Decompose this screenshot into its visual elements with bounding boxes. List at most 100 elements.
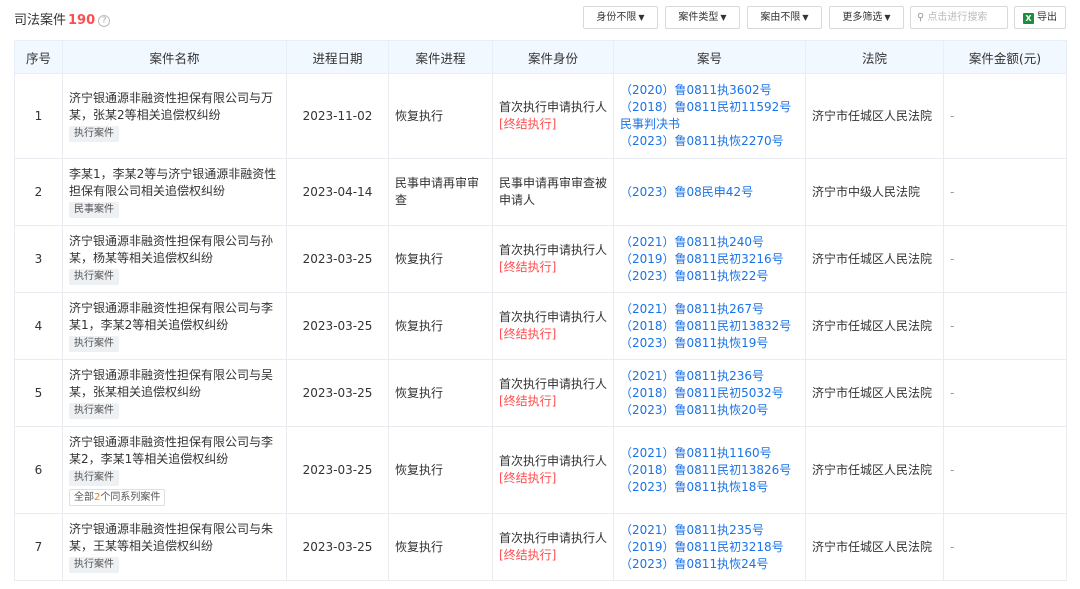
caret-down-icon: ▼ — [720, 13, 727, 22]
case-amount: - — [943, 158, 1067, 226]
case-amount: - — [943, 73, 1067, 159]
case-type-tag: 执行案件 — [69, 403, 119, 419]
case-identity: 民事申请再审审查被申请人 — [499, 176, 608, 207]
case-identity-cell: 首次执行申请执行人 [终结执行] — [492, 225, 614, 293]
case-number-link[interactable]: （2021）鲁0811执236号 — [620, 368, 799, 385]
filter-label: 更多筛选 — [842, 12, 883, 23]
case-progress: 民事申请再审审查 — [388, 158, 493, 226]
case-number-cell: （2023）鲁08民申42号 — [613, 158, 806, 226]
judgment-link[interactable]: 民事判决书 — [620, 116, 799, 133]
case-number-link[interactable]: （2023）鲁0811执恢24号 — [620, 556, 799, 573]
search-input[interactable]: ⚲ 点击进行搜索 — [910, 6, 1008, 29]
case-number-link[interactable]: （2019）鲁0811民初3216号 — [620, 251, 799, 268]
case-number-link[interactable]: （2023）鲁0811执恢22号 — [620, 268, 799, 285]
case-number-link[interactable]: （2021）鲁0811执235号 — [620, 522, 799, 539]
case-number-link[interactable]: （2021）鲁0811执1160号 — [620, 445, 799, 462]
filter-cause-dropdown[interactable]: 案由不限 ▼ — [747, 6, 822, 29]
case-number-link[interactable]: （2018）鲁0811民初13832号 — [620, 318, 799, 335]
progress-date: 2023-11-02 — [286, 73, 389, 159]
case-number-link[interactable]: （2018）鲁0811民初13826号 — [620, 462, 799, 479]
table-row: 5 济宁银通源非融资性担保有限公司与吴某，张某相关追偿权纠纷执行案件 2023-… — [14, 359, 1067, 427]
case-name-link[interactable]: 济宁银通源非融资性担保有限公司与朱某，王某等相关追偿权纠纷 — [69, 522, 273, 553]
case-number-link[interactable]: （2023）鲁0811执恢19号 — [620, 335, 799, 352]
case-identity-cell: 首次执行申请执行人 [终结执行] — [492, 292, 614, 360]
column-header[interactable]: 案件进程 — [388, 40, 493, 74]
case-identity: 首次执行申请执行人 — [499, 310, 608, 324]
case-identity: 首次执行申请执行人 — [499, 377, 608, 391]
filter-more-dropdown[interactable]: 更多筛选 ▼ — [829, 6, 904, 29]
column-header[interactable]: 进程日期 — [286, 40, 389, 74]
case-number-link[interactable]: （2021）鲁0811执267号 — [620, 301, 799, 318]
column-header[interactable]: 案号 — [613, 40, 806, 74]
case-type-tag: 执行案件 — [69, 470, 119, 486]
case-progress: 恢复执行 — [388, 292, 493, 360]
court: 济宁市任城区人民法院 — [805, 513, 944, 581]
row-number: 5 — [14, 359, 63, 427]
case-type-tag: 执行案件 — [69, 557, 119, 573]
case-number-link[interactable]: （2018）鲁0811民初5032号 — [620, 385, 799, 402]
title-text: 司法案件 — [14, 13, 67, 28]
filter-label: 案件类型 — [678, 12, 719, 23]
case-table: 序号 案件名称 进程日期 案件进程 案件身份 案号 法院 案件金额(元) 1 济… — [14, 40, 1067, 581]
row-number: 7 — [14, 513, 63, 581]
case-identity: 首次执行申请执行人 — [499, 100, 608, 114]
page-title: 司法案件 190? — [14, 9, 111, 28]
case-status: [终结执行] — [499, 471, 557, 485]
column-header[interactable]: 案件名称 — [62, 40, 287, 74]
case-name-link[interactable]: 济宁银通源非融资性担保有限公司与吴某，张某相关追偿权纠纷 — [69, 368, 273, 399]
table-row: 2 李某1，李某2等与济宁银通源非融资性担保有限公司相关追偿权纠纷 民事案件 20… — [14, 158, 1067, 226]
progress-date: 2023-03-25 — [286, 292, 389, 360]
case-name-cell: 李某1，李某2等与济宁银通源非融资性担保有限公司相关追偿权纠纷 民事案件 — [62, 158, 287, 226]
case-identity: 首次执行申请执行人 — [499, 243, 608, 257]
case-name-cell: 济宁银通源非融资性担保有限公司与李某2，李某1等相关追偿权纠纷执行案件全部2个同… — [62, 426, 287, 514]
court: 济宁市中级人民法院 — [805, 158, 944, 226]
progress-date: 2023-03-25 — [286, 359, 389, 427]
table-header-row: 序号 案件名称 进程日期 案件进程 案件身份 案号 法院 案件金额(元) — [14, 40, 1067, 74]
case-amount: - — [943, 426, 1067, 514]
case-name-link[interactable]: 济宁银通源非融资性担保有限公司与万某，张某2等相关追偿权纠纷 — [69, 91, 273, 122]
case-number-link[interactable]: （2018）鲁0811民初11592号 — [620, 99, 799, 116]
progress-date: 2023-03-25 — [286, 426, 389, 514]
filter-case-type-dropdown[interactable]: 案件类型 ▼ — [665, 6, 740, 29]
column-header[interactable]: 法院 — [805, 40, 944, 74]
case-progress: 恢复执行 — [388, 426, 493, 514]
series-cases-link[interactable]: 全部2个同系列案件 — [69, 489, 166, 506]
case-progress: 恢复执行 — [388, 225, 493, 293]
filter-identity-dropdown[interactable]: 身份不限 ▼ — [583, 6, 658, 29]
case-number-cell: （2021）鲁0811执1160号 （2018）鲁0811民初13826号 （2… — [613, 426, 806, 514]
case-name-cell: 济宁银通源非融资性担保有限公司与万某，张某2等相关追偿权纠纷 执行案件 — [62, 73, 287, 159]
case-name-link[interactable]: 济宁银通源非融资性担保有限公司与李某2，李某1等相关追偿权纠纷 — [69, 435, 273, 466]
case-status: [终结执行] — [499, 394, 557, 408]
case-name-cell: 济宁银通源非融资性担保有限公司与吴某，张某相关追偿权纠纷执行案件 — [62, 359, 287, 427]
export-label: 导出 — [1037, 12, 1057, 23]
progress-date: 2023-03-25 — [286, 513, 389, 581]
case-name-link[interactable]: 李某1，李某2等与济宁银通源非融资性担保有限公司相关追偿权纠纷 — [69, 167, 276, 198]
case-name-link[interactable]: 济宁银通源非融资性担保有限公司与李某1，李某2等相关追偿权纠纷 — [69, 301, 273, 332]
filter-label: 案由不限 — [760, 12, 801, 23]
case-number-link[interactable]: （2023）鲁0811执恢18号 — [620, 479, 799, 496]
case-number-link[interactable]: （2023）鲁0811执恢2270号 — [620, 133, 799, 150]
help-icon[interactable]: ? — [98, 15, 111, 27]
case-number-link[interactable]: （2021）鲁0811执240号 — [620, 234, 799, 251]
case-identity-cell: 首次执行申请执行人 [终结执行] — [492, 359, 614, 427]
export-button[interactable]: X 导出 — [1014, 6, 1066, 29]
case-number-link[interactable]: （2019）鲁0811民初3218号 — [620, 539, 799, 556]
case-count: 190 — [68, 13, 96, 28]
series-suffix: 个同系列案件 — [100, 492, 161, 503]
column-header[interactable]: 序号 — [14, 40, 63, 74]
caret-down-icon: ▼ — [802, 13, 809, 22]
case-number-link[interactable]: （2023）鲁0811执恢20号 — [620, 402, 799, 419]
table-row: 3 济宁银通源非融资性担保有限公司与孙某，杨某等相关追偿权纠纷 执行案件 2023… — [14, 225, 1067, 293]
case-name-link[interactable]: 济宁银通源非融资性担保有限公司与孙某，杨某等相关追偿权纠纷 — [69, 234, 273, 265]
case-number-link[interactable]: （2023）鲁08民申42号 — [620, 184, 799, 201]
column-header[interactable]: 案件身份 — [492, 40, 614, 74]
case-number-link[interactable]: （2020）鲁0811执3602号 — [620, 82, 799, 99]
column-header[interactable]: 案件金额(元) — [943, 40, 1067, 74]
case-number-cell: （2020）鲁0811执3602号 （2018）鲁0811民初11592号 民事… — [613, 73, 806, 159]
case-identity-cell: 民事申请再审审查被申请人 — [492, 158, 614, 226]
case-status: [终结执行] — [499, 548, 557, 562]
case-amount: - — [943, 292, 1067, 360]
case-amount: - — [943, 513, 1067, 581]
table-row: 6 济宁银通源非融资性担保有限公司与李某2，李某1等相关追偿权纠纷 执行案件 全部2… — [14, 426, 1067, 514]
row-number: 1 — [14, 73, 63, 159]
